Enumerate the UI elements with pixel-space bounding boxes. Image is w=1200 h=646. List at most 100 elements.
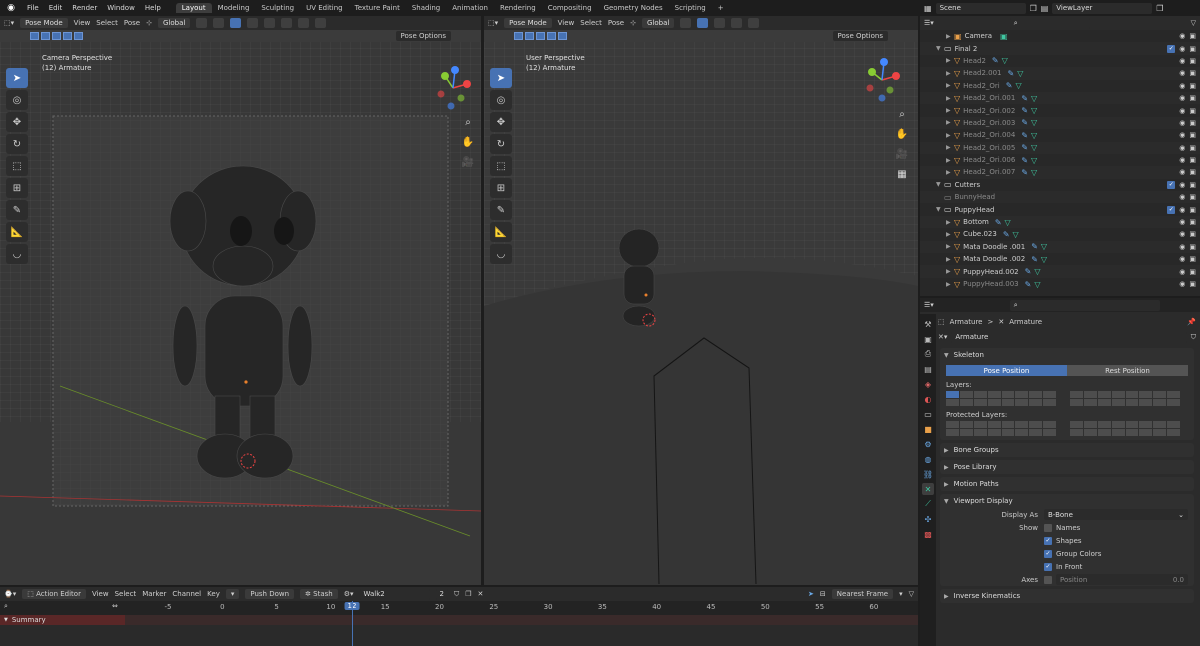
zoom-icon[interactable]: ⌕ <box>460 114 476 130</box>
shading-wire-button[interactable] <box>731 18 743 28</box>
layer-cell[interactable] <box>959 429 973 436</box>
orientation-dropdown[interactable]: Global <box>157 18 191 28</box>
layer-cell[interactable] <box>1029 391 1043 398</box>
camera-render-icon[interactable]: ▣ <box>1189 119 1196 127</box>
camera-render-icon[interactable]: ▣ <box>1189 181 1196 189</box>
eye-icon[interactable]: ◉ <box>1179 206 1185 214</box>
eye-icon[interactable]: ◉ <box>1179 82 1185 90</box>
tab-texture-paint[interactable]: Texture Paint <box>349 3 406 13</box>
outliner-row[interactable]: ▶ ▽ Cube.023 ✎ ▽ ◉ ▣ <box>920 228 1200 240</box>
outliner-row[interactable]: ▶ ▣ Camera ▣ ◉ ▣ <box>920 30 1200 42</box>
pivot-button[interactable] <box>196 18 208 28</box>
camera-render-icon[interactable]: ▣ <box>1189 82 1196 90</box>
new-action-icon[interactable]: ❐ <box>465 590 471 598</box>
eye-icon[interactable]: ◉ <box>1179 181 1185 189</box>
select-menu[interactable]: Select <box>115 590 137 598</box>
layer-cell[interactable] <box>987 399 1001 406</box>
layer-cell[interactable] <box>1043 391 1056 398</box>
mode-dropdown[interactable]: Pose Mode <box>504 18 552 28</box>
layer-cell[interactable] <box>1111 421 1125 428</box>
tab-sculpting[interactable]: Sculpting <box>255 3 300 13</box>
layer-cell[interactable] <box>973 391 987 398</box>
layer-cell[interactable] <box>1097 429 1111 436</box>
outliner-row[interactable]: ▶ ▽ Head2.001 ✎ ▽ ◉ ▣ <box>920 67 1200 80</box>
tab-uv-editing[interactable]: UV Editing <box>300 3 349 13</box>
tab-modeling[interactable]: Modeling <box>212 3 256 13</box>
outliner-row[interactable]: ▼ ▭ Final 2 ✓ ◉ ▣ <box>920 42 1200 55</box>
menu-edit[interactable]: Edit <box>44 4 68 12</box>
outliner-row[interactable]: ▭ BunnyHead ◉ ▣ <box>920 191 1200 204</box>
viewport-camera[interactable]: ⬚▾ Pose Mode View Select Pose ⊹ Global P… <box>0 16 481 585</box>
viewport-user[interactable]: ⬚▾ Pose Mode View Select Pose ⊹ Global P… <box>484 16 918 585</box>
object-tab-icon[interactable]: ■ <box>922 423 934 435</box>
chevron-right-icon[interactable]: ▶ <box>946 57 954 64</box>
layer-cell[interactable] <box>1139 391 1153 398</box>
view-menu[interactable]: View <box>92 590 109 598</box>
playhead-line[interactable] <box>352 601 353 646</box>
camera-render-icon[interactable]: ▣ <box>1189 168 1196 176</box>
camera-render-icon[interactable]: ▣ <box>1189 69 1196 77</box>
select-mode-2[interactable] <box>525 32 534 40</box>
rotate-tool-icon[interactable]: ↻ <box>6 134 28 154</box>
swap-icon[interactable]: ⇔ <box>112 602 118 610</box>
layer-cell[interactable] <box>1001 391 1015 398</box>
outliner-row[interactable]: ▶ ▽ Bottom ✎ ▽ ◉ ▣ <box>920 215 1200 229</box>
layer-cell[interactable] <box>1029 429 1043 436</box>
camera-render-icon[interactable]: ▣ <box>1189 156 1196 164</box>
pan-hand-icon[interactable]: ✋ <box>894 126 910 142</box>
eye-icon[interactable]: ◉ <box>1179 193 1185 201</box>
camera-render-icon[interactable]: ▣ <box>1189 206 1196 214</box>
layer-cell[interactable] <box>946 429 959 436</box>
layer-cell[interactable] <box>987 391 1001 398</box>
camera-render-icon[interactable]: ▣ <box>1189 94 1196 102</box>
relax-tool-icon[interactable]: ◡ <box>490 244 512 264</box>
grid-view-icon[interactable]: ▦ <box>894 166 910 182</box>
layer-cell[interactable] <box>1083 429 1097 436</box>
eye-icon[interactable]: ◉ <box>1179 69 1185 77</box>
eye-icon[interactable]: ◉ <box>1179 255 1185 263</box>
layer-cell[interactable] <box>1125 429 1139 436</box>
navigation-gizmo[interactable] <box>862 58 902 102</box>
layer-cell[interactable] <box>1015 429 1029 436</box>
eye-icon[interactable]: ◉ <box>1179 94 1185 102</box>
menu-help[interactable]: Help <box>140 4 166 12</box>
stash-button[interactable]: ✲ Stash <box>300 589 338 599</box>
key-menu[interactable]: Key <box>207 590 220 598</box>
keyframe-area[interactable]: ▼ Summary <box>0 601 918 646</box>
layer-dropdown[interactable]: ▾ <box>225 589 240 599</box>
relax-tool-icon[interactable]: ◡ <box>6 244 28 264</box>
eye-icon[interactable]: ◉ <box>1179 243 1185 251</box>
zoom-icon[interactable]: ⌕ <box>894 106 910 122</box>
transform-tool-icon[interactable]: ⊞ <box>490 178 512 198</box>
select-mode-5[interactable] <box>558 32 567 40</box>
snap-mode-dropdown[interactable]: Nearest Frame <box>831 589 894 599</box>
chevron-right-icon[interactable]: ▶ <box>946 231 954 238</box>
layer-cell[interactable] <box>1001 421 1015 428</box>
names-checkbox[interactable] <box>1044 523 1052 532</box>
display-as-dropdown[interactable]: B-Bone ⌄ <box>1044 509 1188 520</box>
chevron-down-icon[interactable]: ▼ <box>936 181 944 188</box>
pin-icon[interactable]: 📌 <box>1187 318 1196 326</box>
layer-cell[interactable] <box>1111 391 1125 398</box>
layer-cell[interactable] <box>1125 421 1139 428</box>
armature-data-tab-icon[interactable]: ✕ <box>922 483 934 495</box>
annotate-tool-icon[interactable]: ✎ <box>6 200 28 220</box>
layer-cell[interactable] <box>1015 399 1029 406</box>
layer-cell[interactable] <box>1070 399 1083 406</box>
layer-cell[interactable] <box>1015 391 1029 398</box>
motion-paths-panel[interactable]: ▶ Motion Paths <box>940 477 1194 491</box>
mode-dropdown[interactable]: Pose Mode <box>20 18 68 28</box>
layer-cell[interactable] <box>1111 429 1125 436</box>
bone-constraint-tab-icon[interactable]: ✣ <box>922 513 934 525</box>
layer-cell[interactable] <box>1029 421 1043 428</box>
layer-cell[interactable] <box>1070 421 1083 428</box>
unlink-action-icon[interactable]: ✕ <box>478 590 484 598</box>
camera-view-icon[interactable]: 🎥 <box>894 146 910 162</box>
camera-render-icon[interactable]: ▣ <box>1189 57 1196 65</box>
datablock-name-field[interactable]: Armature <box>951 331 1187 343</box>
group-colors-checkbox[interactable]: ✓ <box>1044 549 1052 558</box>
properties-editor-icon[interactable]: ☰▾ <box>924 301 934 309</box>
fake-user-shield-icon[interactable]: ⛉ <box>454 590 459 599</box>
camera-render-icon[interactable]: ▣ <box>1189 243 1196 251</box>
skeleton-panel-header[interactable]: ▼ Skeleton <box>940 348 1194 362</box>
